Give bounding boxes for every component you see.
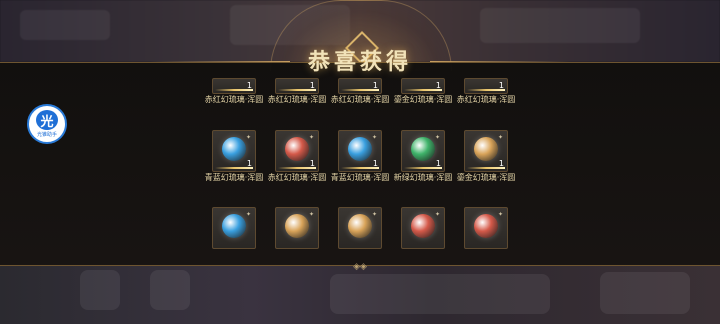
sparkle-icon: ✦ <box>497 211 503 218</box>
glass-orb-icon <box>474 137 498 161</box>
glass-orb-icon <box>348 214 372 238</box>
reward-item-label: 赤红幻琉璃·浑圆 <box>330 95 390 104</box>
assistant-badge[interactable]: 光 光锥助手 <box>27 104 67 144</box>
reward-item[interactable]: 1 赤红幻琉璃·浑圆 <box>457 78 515 105</box>
glass-orb-icon <box>222 137 246 161</box>
reward-item-card: ✦ <box>464 207 508 249</box>
reward-item[interactable]: ✦ <box>212 207 256 249</box>
blurred-background-element <box>480 8 640 43</box>
reward-item[interactable]: ✦ 1 赤红幻琉璃·浑圆 <box>268 130 326 183</box>
sparkle-icon: ✦ <box>434 211 440 218</box>
reward-item[interactable]: 1 赤红幻琉璃·浑圆 <box>331 78 389 105</box>
reward-item-count: 1 <box>246 159 252 168</box>
glass-orb-icon <box>411 214 435 238</box>
reward-item[interactable]: ✦ 1 鎏金幻琉璃·浑圆 <box>457 130 515 183</box>
glass-orb-icon <box>411 137 435 161</box>
reward-item-count: 1 <box>309 159 315 168</box>
glass-orb-icon <box>348 137 372 161</box>
reward-item-card: ✦ <box>212 207 256 249</box>
reward-item-card: ✦ <box>275 207 319 249</box>
reward-item[interactable]: 1 赤红幻琉璃·浑圆 <box>205 78 263 105</box>
reward-item-label: 赤红幻琉璃·浑圆 <box>267 173 327 182</box>
reward-item-count: 1 <box>246 81 252 90</box>
reward-item-count: 1 <box>498 81 504 90</box>
sparkle-icon: ✦ <box>308 134 314 141</box>
background-scene-bottom <box>0 264 720 324</box>
glass-orb-icon <box>285 137 309 161</box>
reward-item-count: 1 <box>498 159 504 168</box>
glass-orb-icon <box>222 214 246 238</box>
reward-item[interactable]: 1 赤红幻琉璃·浑圆 <box>268 78 326 105</box>
reward-item[interactable]: 1 鎏金幻琉璃·浑圆 <box>394 78 452 105</box>
reward-item[interactable]: ✦ <box>464 207 508 249</box>
reward-title: 恭喜获得 <box>307 49 412 75</box>
reward-item-count: 1 <box>309 81 315 90</box>
blurred-background-element <box>20 10 110 40</box>
reward-item-card: 1 <box>275 78 319 94</box>
reward-item-card: ✦ 1 <box>338 130 382 172</box>
blurred-background-element <box>330 274 550 314</box>
reward-item-label: 赤红幻琉璃·浑圆 <box>204 95 264 104</box>
reward-item[interactable]: ✦ 1 青蓝幻琉璃·浑圆 <box>331 130 389 183</box>
reward-item-count: 1 <box>372 159 378 168</box>
reward-item-count: 1 <box>435 159 441 168</box>
sparkle-icon: ✦ <box>371 211 377 218</box>
reward-item[interactable]: ✦ <box>338 207 382 249</box>
reward-item-card: ✦ 1 <box>401 130 445 172</box>
assistant-logo-icon: 光 <box>36 110 58 130</box>
reward-item-card: ✦ <box>338 207 382 249</box>
reward-item-card: 1 <box>401 78 445 94</box>
reward-item-count: 1 <box>372 81 378 90</box>
reward-item[interactable]: ✦ 1 新绿幻琉璃·浑圆 <box>394 130 452 183</box>
blurred-background-element <box>80 270 120 310</box>
reward-item-card: 1 <box>338 78 382 94</box>
blurred-background-element <box>600 272 690 314</box>
scroll-indicator-icon: ◈◈ <box>353 262 367 272</box>
sparkle-icon: ✦ <box>371 134 377 141</box>
reward-item-label: 鎏金幻琉璃·浑圆 <box>393 95 453 104</box>
glass-orb-icon <box>474 214 498 238</box>
assistant-caption: 光锥助手 <box>36 132 57 138</box>
sparkle-icon: ✦ <box>245 211 251 218</box>
reward-item-label: 新绿幻琉璃·浑圆 <box>393 173 453 182</box>
sparkle-icon: ✦ <box>497 134 503 141</box>
sparkle-icon: ✦ <box>308 211 314 218</box>
reward-item-label: 赤红幻琉璃·浑圆 <box>267 95 327 104</box>
glass-orb-icon <box>285 214 309 238</box>
blurred-background-element <box>150 270 190 310</box>
reward-item-card: ✦ 1 <box>212 130 256 172</box>
reward-item-card: ✦ 1 <box>275 130 319 172</box>
reward-item[interactable]: ✦ 1 青蓝幻琉璃·浑圆 <box>205 130 263 183</box>
reward-item-card: 1 <box>212 78 256 94</box>
reward-item-card: ✦ <box>401 207 445 249</box>
sparkle-icon: ✦ <box>245 134 251 141</box>
reward-item-card: ✦ 1 <box>464 130 508 172</box>
reward-item-label: 鎏金幻琉璃·浑圆 <box>456 173 516 182</box>
reward-item-card: 1 <box>464 78 508 94</box>
reward-item-label: 青蓝幻琉璃·浑圆 <box>204 173 264 182</box>
reward-item-count: 1 <box>435 81 441 90</box>
reward-item[interactable]: ✦ <box>401 207 445 249</box>
reward-item-label: 青蓝幻琉璃·浑圆 <box>330 173 390 182</box>
sparkle-icon: ✦ <box>434 134 440 141</box>
reward-item-label: 赤红幻琉璃·浑圆 <box>456 95 516 104</box>
reward-item[interactable]: ✦ <box>275 207 319 249</box>
